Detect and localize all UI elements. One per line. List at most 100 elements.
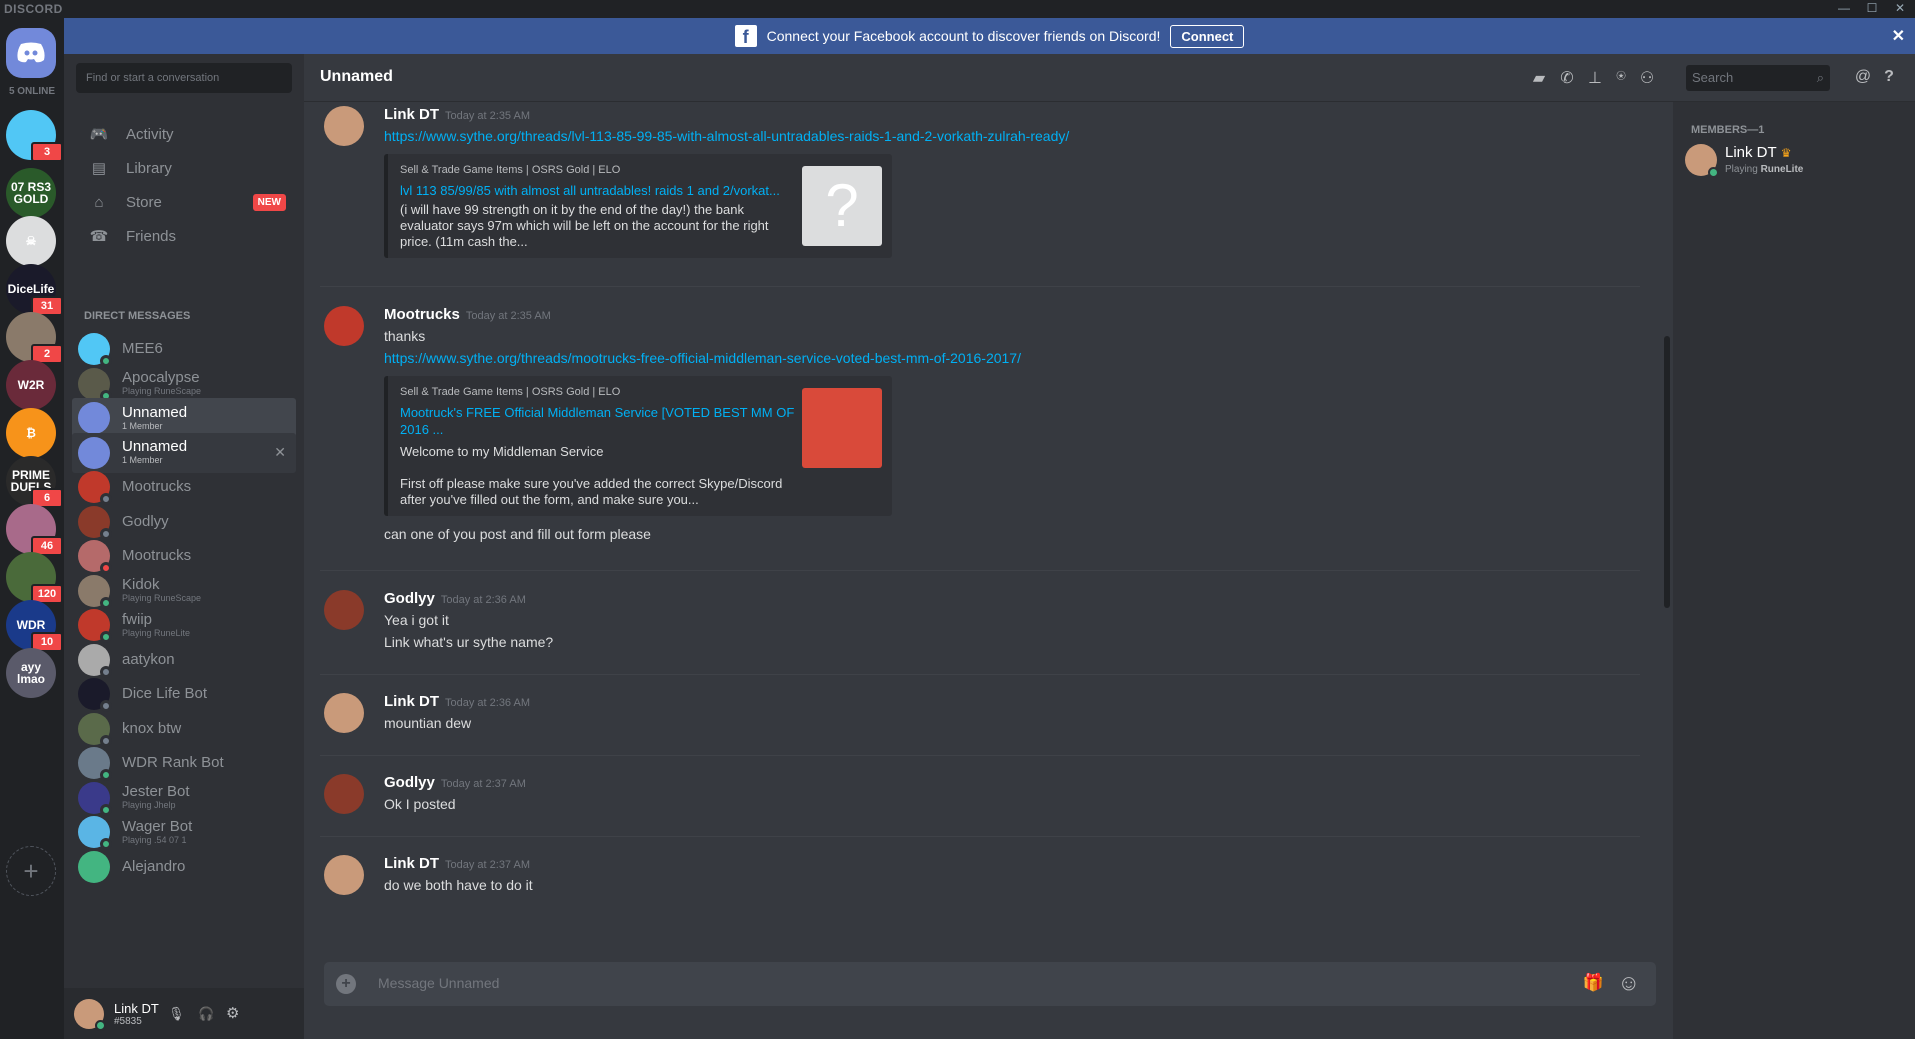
voice-call-icon[interactable]: ✆ <box>1556 68 1578 88</box>
dm-name: fwiip <box>122 610 153 628</box>
user-panel: Link DT #5835 🎙 🎧 ⚙ <box>64 988 304 1039</box>
guild-icon[interactable]: ₿ <box>6 408 56 458</box>
friends-icon: ☎ <box>89 228 109 245</box>
facebook-connect-banner: f Connect your Facebook account to disco… <box>64 18 1915 54</box>
library-icon: ▤ <box>91 160 107 177</box>
member-name-row: Link DT ♛ <box>1725 144 1791 161</box>
dm-subtext: Playing .54 07 1 <box>122 834 187 845</box>
author-name[interactable]: Link DT <box>384 693 439 710</box>
deafen-icon[interactable]: 🎧 <box>198 1006 214 1022</box>
author-name[interactable]: Godlyy <box>384 590 435 607</box>
dm-search-input[interactable]: Find or start a conversation <box>76 63 292 93</box>
message-avatar[interactable] <box>324 306 364 346</box>
message-avatar[interactable] <box>324 106 364 146</box>
message-text: mountian dew <box>384 715 472 731</box>
message-author[interactable]: Godlyy Today at 2:37 AM <box>384 774 526 791</box>
upload-icon[interactable]: + <box>336 974 356 994</box>
help-icon[interactable]: ? <box>1878 68 1900 88</box>
dm-text: Mootrucks <box>122 479 191 495</box>
message-scrollbar[interactable] <box>1664 336 1670 608</box>
gift-icon[interactable]: 🎁 <box>1583 973 1604 993</box>
home-button[interactable] <box>6 28 56 78</box>
author-name[interactable]: Godlyy <box>384 774 435 791</box>
dm-text: MEE6 <box>122 341 163 357</box>
add-friend-icon[interactable]: ⍟ <box>1610 68 1632 88</box>
member-item[interactable]: Link DT ♛ Playing RuneLite <box>1685 144 1905 184</box>
message-author[interactable]: Mootrucks Today at 2:35 AM <box>384 306 551 323</box>
pin-icon[interactable]: ⊥ <box>1584 68 1606 88</box>
dm-text: Unnamed 1 Member <box>122 404 187 432</box>
dm-avatar <box>78 471 112 505</box>
dm-avatar <box>78 540 112 574</box>
dm-text: Kidok Playing RuneScape <box>122 577 201 604</box>
message-author[interactable]: Link DT Today at 2:36 AM <box>384 693 530 710</box>
dm-subtext: Playing RuneScape <box>122 593 202 603</box>
member-list: MEMBERS—1 Link DT ♛ Playing RuneLite <box>1673 102 1915 1039</box>
nav-friends[interactable]: ☎ Friends <box>74 218 294 254</box>
close-window-icon[interactable]: ✕ <box>1886 0 1914 18</box>
message-composer[interactable]: + Message Unnamed 🎁 ☺ <box>324 962 1656 1006</box>
embed-description: Welcome to my Middleman Service <box>400 444 604 459</box>
author-name[interactable]: Link DT <box>384 855 439 872</box>
author-name[interactable]: Link DT <box>384 106 439 123</box>
add-server-button[interactable]: + <box>6 846 56 896</box>
embed-thumbnail[interactable] <box>802 388 882 468</box>
dm-subtext: 1 Member <box>122 455 163 465</box>
emoji-icon[interactable]: ☺ <box>1618 970 1640 996</box>
message-timestamp: Today at 2:37 AM <box>440 778 526 790</box>
message-link[interactable]: https://www.sythe.org/threads/lvl-113-85… <box>384 128 1069 144</box>
activity-prefix: Playing <box>1725 164 1761 175</box>
mute-icon[interactable]: 🎙 <box>168 1006 185 1022</box>
user-settings-icon[interactable]: ⚙ <box>226 1004 239 1022</box>
dm-text: Dice Life Bot <box>122 686 207 702</box>
mention-icon[interactable]: @ <box>1852 68 1874 88</box>
dm-subtext: Playing RuneLite <box>122 627 191 638</box>
embed-thumbnail[interactable]: ? <box>802 166 882 246</box>
message-avatar[interactable] <box>324 855 364 895</box>
guild-icon[interactable]: 07 RS3 GOLD <box>6 168 56 218</box>
dm-name: Wager Bot <box>122 817 193 835</box>
message-text: can one of you post and fill out form pl… <box>384 526 651 542</box>
status-dot <box>1708 167 1719 178</box>
message-avatar[interactable] <box>324 774 364 814</box>
members-icon[interactable]: ⚇ <box>1636 68 1658 88</box>
store-icon: ⌂ <box>94 193 104 211</box>
message-divider <box>320 286 1640 287</box>
composer-placeholder: Message Unnamed <box>378 975 500 991</box>
nav-store[interactable]: ⌂ Store NEW <box>74 184 294 220</box>
title-bar: DISCORD — ☐ ✕ <box>0 0 1915 18</box>
discord-logo-icon <box>17 42 45 63</box>
message-author[interactable]: Godlyy Today at 2:36 AM <box>384 590 526 607</box>
header-search-input[interactable]: Search ⌕ <box>1686 65 1830 91</box>
nav-label: Store <box>126 193 162 211</box>
nav-label: Activity <box>126 125 174 143</box>
guild-icon[interactable]: W2R <box>6 360 56 410</box>
maximize-icon[interactable]: ☐ <box>1858 0 1886 18</box>
guild-icon[interactable]: ayy lmao <box>6 648 56 698</box>
dm-name: WDR Rank Bot <box>122 754 224 771</box>
banner-close-icon[interactable]: ✕ <box>1892 26 1905 46</box>
nav-label: Library <box>126 159 172 177</box>
message-avatar[interactable] <box>324 693 364 733</box>
dm-name: aatykon <box>122 650 175 668</box>
message-author[interactable]: Link DT Today at 2:37 AM <box>384 855 530 872</box>
embed-title[interactable]: lvl 113 85/99/85 with almost all untrada… <box>400 182 800 199</box>
message-avatar[interactable] <box>324 590 364 630</box>
user-avatar[interactable] <box>74 998 106 1031</box>
nav-activity[interactable]: 🎮 Activity <box>74 116 294 152</box>
dm-text: aatykon <box>122 650 175 668</box>
message-author[interactable]: Link DT Today at 2:35 AM <box>384 106 530 123</box>
dm-text: Mootrucks <box>122 548 191 564</box>
connect-button[interactable]: Connect <box>1170 24 1245 48</box>
guild-icon[interactable]: ☠ <box>6 216 56 266</box>
author-name[interactable]: Mootrucks <box>384 306 460 323</box>
nav-library[interactable]: ▤ Library <box>74 150 294 186</box>
minimize-icon[interactable]: — <box>1830 0 1858 18</box>
embed-title[interactable]: Mootruck's FREE Official Middleman Servi… <box>400 404 800 438</box>
close-dm-icon[interactable]: ✕ <box>274 444 286 461</box>
banner-text: Connect your Facebook account to discove… <box>766 28 1161 44</box>
message-link[interactable]: https://www.sythe.org/threads/mootrucks-… <box>384 350 1021 366</box>
dm-item[interactable]: Alejandro <box>72 847 296 887</box>
nav-label: Friends <box>126 227 177 245</box>
video-call-icon[interactable]: ▰ <box>1528 68 1550 88</box>
